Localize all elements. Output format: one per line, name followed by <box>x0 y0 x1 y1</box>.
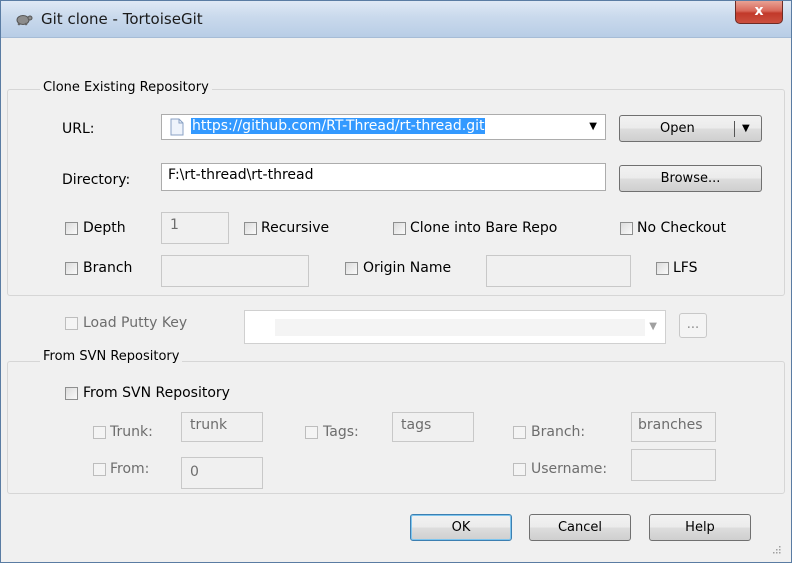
from-svn-checkbox[interactable] <box>65 387 78 400</box>
bare-repo-checkbox[interactable] <box>393 222 406 235</box>
open-button-label: Open <box>660 121 695 136</box>
svn-branch-input[interactable]: branches <box>631 412 716 442</box>
from-svn-label: From SVN Repository <box>83 385 230 401</box>
trunk-value: trunk <box>190 417 228 433</box>
dialog-window: Git clone - TortoiseGit x Clone Existing… <box>0 0 792 563</box>
from-revision-input[interactable]: 0 <box>181 457 263 489</box>
tags-checkbox[interactable] <box>305 426 318 439</box>
trunk-label: Trunk: <box>110 424 153 440</box>
tortoise-icon <box>16 15 33 26</box>
putty-key-browse-button[interactable]: ... <box>679 313 707 338</box>
username-input[interactable] <box>631 449 716 481</box>
url-value: https://github.com/RT-Thread/rt-thread.g… <box>191 118 486 134</box>
no-checkout-label: No Checkout <box>637 220 726 236</box>
title-bar[interactable]: Git clone - TortoiseGit x <box>1 1 791 38</box>
bare-repo-label: Clone into Bare Repo <box>410 220 558 236</box>
open-split-button[interactable]: Open ▼ <box>619 115 762 142</box>
url-label: URL: <box>62 121 95 137</box>
origin-name-checkbox[interactable] <box>345 262 358 275</box>
help-button-label: Help <box>685 520 715 535</box>
putty-browse-label: ... <box>686 317 700 332</box>
depth-input[interactable]: 1 <box>161 212 229 244</box>
putty-key-combobox[interactable]: ▼ <box>244 310 666 344</box>
directory-value: F:\rt-thread\rt-thread <box>168 167 314 183</box>
branch-checkbox[interactable] <box>65 262 78 275</box>
recursive-label: Recursive <box>261 220 330 236</box>
tags-input[interactable]: tags <box>392 412 474 442</box>
close-icon: x <box>754 3 764 19</box>
no-checkout-checkbox[interactable] <box>620 222 633 235</box>
url-combobox[interactable]: https://github.com/RT-Thread/rt-thread.g… <box>161 114 606 140</box>
file-icon <box>170 118 184 136</box>
close-button[interactable]: x <box>735 1 783 24</box>
depth-checkbox[interactable] <box>65 222 78 235</box>
directory-input[interactable]: F:\rt-thread\rt-thread <box>161 163 606 191</box>
load-putty-key-checkbox[interactable] <box>65 317 78 330</box>
tags-value: tags <box>401 417 432 433</box>
tags-label: Tags: <box>323 424 359 440</box>
from-revision-label: From: <box>110 461 150 477</box>
dialog-content: Clone Existing Repository URL: https://g… <box>7 38 785 558</box>
username-checkbox[interactable] <box>513 463 526 476</box>
trunk-input[interactable]: trunk <box>181 412 263 442</box>
resize-grip-icon[interactable] <box>771 544 781 554</box>
help-button[interactable]: Help <box>649 514 751 541</box>
svn-branch-label: Branch: <box>531 424 586 440</box>
recursive-checkbox[interactable] <box>244 222 257 235</box>
from-revision-value: 0 <box>190 464 199 480</box>
branch-input[interactable] <box>161 255 309 287</box>
origin-name-input[interactable] <box>486 255 631 287</box>
browse-button[interactable]: Browse... <box>619 165 762 192</box>
load-putty-key-label: Load Putty Key <box>83 315 188 331</box>
chevron-down-icon[interactable]: ▼ <box>742 116 750 141</box>
chevron-down-icon[interactable]: ▼ <box>589 121 597 132</box>
from-revision-checkbox[interactable] <box>93 463 106 476</box>
lfs-label: LFS <box>673 260 698 276</box>
ok-button[interactable]: OK <box>410 514 512 541</box>
directory-label: Directory: <box>62 172 131 188</box>
username-label: Username: <box>531 461 608 477</box>
chevron-down-icon[interactable]: ▼ <box>649 321 657 332</box>
origin-name-label: Origin Name <box>363 260 452 276</box>
clone-existing-group-title: Clone Existing Repository <box>40 80 212 95</box>
cancel-button-label: Cancel <box>557 520 603 535</box>
depth-value: 1 <box>170 217 179 233</box>
svn-branch-checkbox[interactable] <box>513 426 526 439</box>
depth-label: Depth <box>83 220 126 236</box>
lfs-checkbox[interactable] <box>656 262 669 275</box>
putty-key-field-inner <box>275 319 645 336</box>
trunk-checkbox[interactable] <box>93 426 106 439</box>
window-title: Git clone - TortoiseGit <box>41 10 203 28</box>
svn-branch-value: branches <box>638 417 703 433</box>
browse-button-label: Browse... <box>660 171 721 186</box>
branch-label: Branch <box>83 260 133 276</box>
ok-button-label: OK <box>451 520 471 535</box>
open-split-divider <box>734 121 735 137</box>
cancel-button[interactable]: Cancel <box>529 514 631 541</box>
svn-group-title: From SVN Repository <box>40 349 183 364</box>
